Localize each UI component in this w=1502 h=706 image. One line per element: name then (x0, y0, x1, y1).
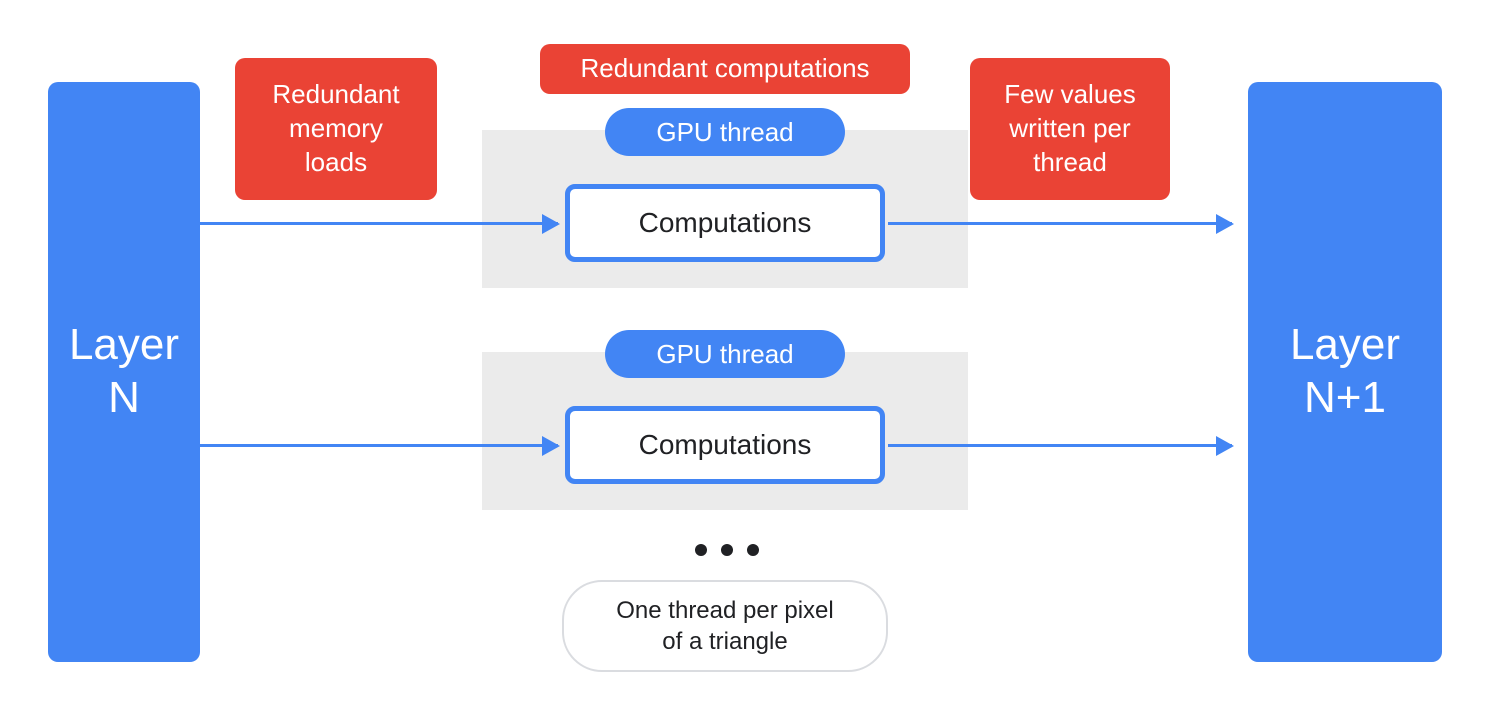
dot-icon (721, 544, 733, 556)
layer-n-box: Layer N (48, 82, 200, 662)
redundant-memory-label: Redundant memory loads (272, 78, 399, 179)
layer-n1-label: Layer N+1 (1290, 319, 1400, 425)
dot-icon (695, 544, 707, 556)
arrow-2-right (888, 444, 1232, 447)
caption-pill: One thread per pixel of a triangle (562, 580, 888, 672)
arrow-2-left (200, 444, 558, 447)
layer-n1-box: Layer N+1 (1248, 82, 1442, 662)
redundant-memory-box: Redundant memory loads (235, 58, 437, 200)
computations-box-1: Computations (565, 184, 885, 262)
arrow-1-right (888, 222, 1232, 225)
gpu-thread-label-1: GPU thread (656, 117, 793, 148)
computations-label-2: Computations (639, 429, 812, 461)
caption-label: One thread per pixel of a triangle (616, 595, 833, 657)
redundant-computations-box: Redundant computations (540, 44, 910, 94)
gpu-thread-pill-1: GPU thread (605, 108, 845, 156)
computations-box-2: Computations (565, 406, 885, 484)
redundant-computations-label: Redundant computations (580, 52, 869, 86)
gpu-thread-pill-2: GPU thread (605, 330, 845, 378)
ellipsis-dots (695, 544, 759, 556)
gpu-thread-label-2: GPU thread (656, 339, 793, 370)
few-values-label: Few values written per thread (1004, 78, 1136, 179)
computations-label-1: Computations (639, 207, 812, 239)
dot-icon (747, 544, 759, 556)
few-values-box: Few values written per thread (970, 58, 1170, 200)
arrow-1-left (200, 222, 558, 225)
layer-n-label: Layer N (69, 319, 179, 425)
